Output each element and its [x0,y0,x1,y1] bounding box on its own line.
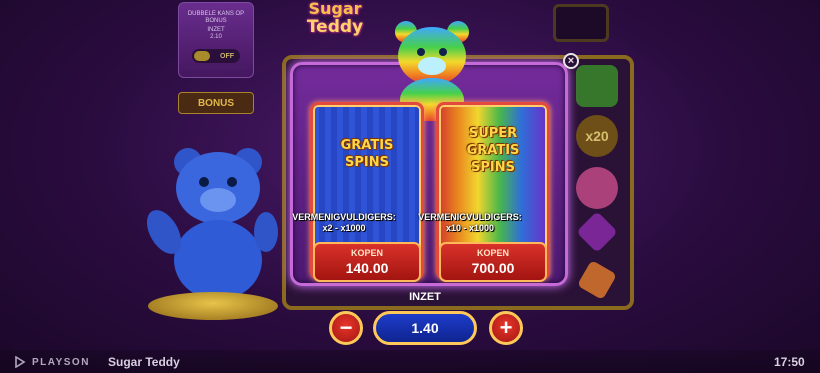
bet-value-display: 1.40 [373,311,477,345]
top-reel-preview [553,4,609,42]
decrease-bet-button[interactable]: − [329,311,363,345]
close-dialog-button[interactable]: × [563,53,579,69]
multiplier-symbol: x20 [576,115,618,157]
play-triangle-icon [15,356,26,368]
clock: 17:50 [774,355,805,369]
super-free-spins-title: SUPER GRATIS SPINS [466,126,520,175]
multiplier-range: x10 - x1000 [445,223,495,233]
double-chance-panel: DUBBELE KANS OP BONUS INZET 2.10 OFF [178,2,254,78]
bet-label: INZET [409,291,441,303]
clover-candy-symbol [576,65,618,107]
buy-free-spins-button[interactable]: KOPEN 140.00 [313,242,421,282]
buy-bonus-button[interactable]: BONUS [178,92,254,114]
blue-bear-mascot [146,148,278,300]
super-free-spins-multiplier-info: VERMENIGVULDIGERS: x10 - x1000 [408,212,532,234]
logo-line1: Sugar [308,0,362,18]
buy-label: KOPEN [476,248,509,258]
multiplier-label: VERMENIGVULDIGERS: [418,212,522,222]
toggle-label: OFF [220,52,234,60]
free-spins-title: GRATIS SPINS [340,138,394,170]
bet-value: 1.40 [411,320,439,336]
provider-logo: PLAYSON [14,356,90,368]
gold-pedestal [148,292,278,320]
game-name: Sugar Teddy [108,355,180,369]
double-chance-toggle[interactable]: OFF [192,49,240,63]
double-chance-bet-label: INZET [207,27,225,33]
orange-candy-symbol [576,259,618,301]
logo-line2: Teddy [306,17,364,37]
lollipop-symbol [576,167,618,209]
buy-price: 700.00 [471,260,515,276]
increase-bet-button[interactable]: + [489,311,523,345]
double-chance-title: DUBBELE KANS OP BONUS [187,11,245,24]
double-chance-bet-value: 2.10 [210,34,222,40]
buy-bonus-label: BONUS [197,97,235,109]
buy-price: 140.00 [345,260,389,276]
toggle-knob [194,51,210,61]
multiplier-range: x2 - x1000 [322,223,366,233]
buy-super-free-spins-button[interactable]: KOPEN 700.00 [439,242,547,282]
purple-candy-symbol [576,211,618,253]
provider-name: PLAYSON [32,356,90,368]
free-spins-multiplier-info: VERMENIGVULDIGERS: x2 - x1000 [282,212,406,234]
multiplier-label: VERMENIGVULDIGERS: [292,212,396,222]
buy-label: KOPEN [350,248,383,258]
plus-icon: + [499,315,513,340]
game-logo: Sugar Teddy [300,0,370,45]
close-icon: × [567,55,575,67]
minus-icon: − [339,315,353,340]
